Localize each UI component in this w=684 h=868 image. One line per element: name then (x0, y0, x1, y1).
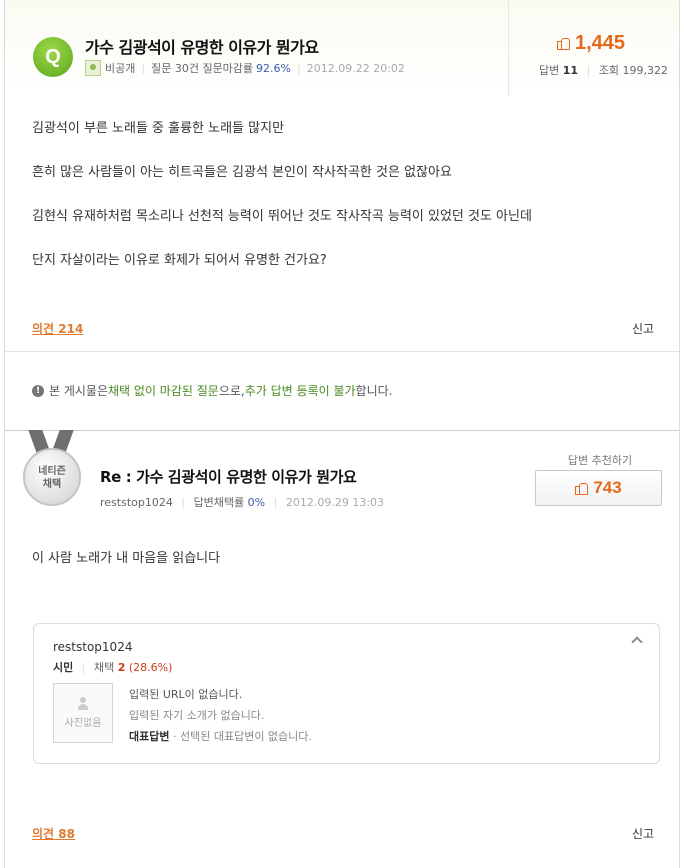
profile-url: 입력된 URL이 없습니다. (129, 688, 243, 701)
question-paragraph: 김현식 유재하처럼 목소리나 선천적 능력이 뛰어난 것도 작사작곡 능력이 있… (32, 209, 532, 224)
question-author[interactable]: 비공개 (105, 60, 135, 76)
profile-rank-line: 시민 | 채택 2 (28.6%) (53, 659, 172, 675)
profile-adopt-rate: (28.6%) (128, 661, 173, 674)
alert-icon: ! (32, 384, 44, 397)
photo-placeholder-text: 사진없음 (64, 718, 102, 729)
notice-middle: 으로, (218, 384, 245, 398)
answer-report-link[interactable]: 신고 (632, 825, 654, 842)
recommend-count: 743 (593, 478, 622, 497)
medal-label-line2: 채택 (42, 479, 62, 490)
netizen-adopted-medal-icon: 네티즌 채택 (23, 430, 81, 512)
answer-title: Re : 가수 김광석이 유명한 이유가 뭔가요 (100, 468, 357, 486)
question-badge-icon: Q (33, 37, 73, 77)
answer-adopt-label: 답변채택률 (193, 496, 245, 509)
notice-highlight-1: 채택 없이 마감된 질문 (108, 384, 219, 398)
recommend-button[interactable]: 743 (535, 470, 662, 506)
profile-adopt-label: 채택 (93, 661, 115, 674)
notice-highlight-2: 추가 답변 등록이 불가 (244, 384, 356, 398)
chevron-up-icon[interactable] (631, 636, 643, 648)
notice-suffix: 합니다. (355, 384, 393, 398)
meta-divider: | (273, 496, 278, 509)
closed-notice: ! 본 게시물은 채택 없이 마감된 질문 으로, 추가 답변 등록이 불가 합… (32, 382, 392, 399)
thumbs-up-icon (575, 482, 589, 495)
question-opinion-link[interactable]: 의견 214 (32, 320, 83, 337)
question-counts: 답변 11 | 조회 199,322 (539, 62, 668, 78)
question-date: 2012.09.22 20:02 (306, 61, 405, 75)
medal-label-line1: 네티즌 (38, 466, 66, 477)
profile-photo-placeholder: 사진없음 (53, 683, 113, 743)
question-paragraph: 흔히 많은 사람들이 아는 히트곡들은 김광석 본인이 작사작곡한 것은 없잖아… (32, 165, 452, 180)
profile-rep-label: 대표답변 (129, 730, 170, 743)
person-icon (78, 697, 88, 711)
views-count: 199,322 (622, 64, 669, 77)
question-report-link[interactable]: 신고 (632, 320, 654, 337)
profile-rep-text: · 선택된 대표답변이 없습니다. (172, 730, 312, 743)
answer-date: 2012.09.29 13:03 (285, 496, 385, 509)
profile-representative: 대표답변 · 선택된 대표답변이 없습니다. (129, 726, 312, 747)
answer-meta: reststop1024 | 답변채택률 0% | 2012.09.29 13:… (100, 494, 384, 510)
question-close-rate: 92.6% (256, 61, 291, 75)
question-score: 1,445 (557, 32, 625, 55)
answer-adopt-rate: 0% (247, 496, 266, 509)
meta-divider: | (81, 661, 86, 674)
meta-divider: | (181, 496, 186, 509)
profile-rank: 시민 (53, 661, 74, 674)
answer-opinion-link[interactable]: 의견 88 (32, 825, 75, 842)
medal-disc: 네티즌 채택 (23, 448, 81, 506)
answers-label: 답변 (539, 64, 560, 77)
question-title: 가수 김광석이 유명한 이유가 뭔가요 (85, 38, 319, 57)
meta-divider: | (297, 61, 301, 75)
profile-adopt-count: 2 (117, 661, 126, 674)
answer-body: 이 사람 노래가 내 마음을 읽습니다 (32, 551, 221, 566)
notice-prefix: 본 게시물은 (49, 384, 109, 398)
question-side-stats: 1,445 답변 11 | 조회 199,322 (508, 0, 679, 96)
question-body: 김광석이 부른 노래들 중 훌륭한 노래들 많지만 흔히 많은 사람들이 아는 … (32, 118, 532, 294)
views-label: 조회 (598, 64, 620, 77)
meta-divider: | (141, 61, 146, 75)
profile-info: 입력된 URL이 없습니다. 입력된 자기 소개가 없습니다. 대표답변 · 선… (129, 684, 312, 747)
thumbs-up-icon (557, 37, 570, 50)
question-meta: 비공개 | 질문 30건 질문마감률 92.6% | 2012.09.22 20… (85, 60, 405, 76)
section-divider (5, 351, 679, 352)
recommend-label: 답변 추천하기 (567, 454, 633, 467)
answers-count: 11 (562, 64, 579, 77)
question-header: Q 가수 김광석이 유명한 이유가 뭔가요 비공개 | 질문 30건 질문마감률… (5, 0, 679, 96)
profile-intro: 입력된 자기 소개가 없습니다. (129, 709, 265, 722)
answer-author[interactable]: reststop1024 (100, 496, 173, 509)
profile-name[interactable]: reststop1024 (53, 640, 132, 654)
meta-divider: | (586, 64, 591, 77)
question-stats-label: 질문 30건 질문마감률 (151, 62, 254, 75)
user-icon (85, 60, 101, 76)
question-paragraph: 단지 자살이라는 이유로 화제가 되어서 유명한 건가요? (32, 253, 327, 268)
answerer-profile-card: reststop1024 시민 | 채택 2 (28.6%) 사진없음 입력된 … (33, 623, 660, 764)
question-score-value: 1,445 (575, 32, 626, 54)
question-paragraph: 김광석이 부른 노래들 중 훌륭한 노래들 많지만 (32, 121, 285, 136)
page-frame: Q 가수 김광석이 유명한 이유가 뭔가요 비공개 | 질문 30건 질문마감률… (4, 0, 680, 868)
answer-divider (5, 430, 679, 431)
